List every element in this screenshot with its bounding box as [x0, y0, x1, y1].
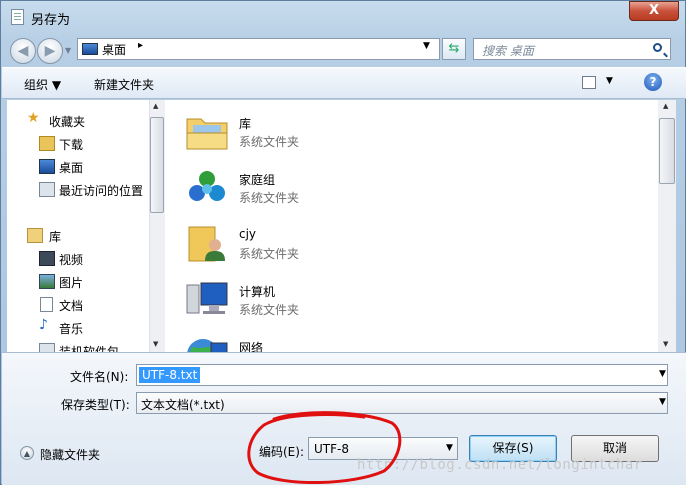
nav-item-libraries[interactable]: 库: [7, 224, 147, 246]
forward-button[interactable]: ▶: [37, 38, 63, 64]
nav-item-label: 下载: [59, 138, 84, 152]
file-item-computer[interactable]: 计算机 系统文件夹: [185, 275, 485, 327]
music-note-icon: ♪: [39, 317, 48, 333]
nav-item-favorites[interactable]: ★ 收藏夹: [7, 109, 147, 131]
downloads-folder-icon: [39, 136, 55, 151]
scroll-down-icon[interactable]: ▼: [153, 340, 158, 348]
file-type: 系统文件夹: [239, 135, 300, 149]
nav-item-label: 桌面: [59, 161, 84, 175]
file-item-homegroup[interactable]: 家庭组 系统文件夹: [185, 163, 485, 215]
search-input[interactable]: 搜索 桌面: [473, 38, 671, 60]
nav-item-label: 库: [49, 230, 62, 244]
network-icon: [187, 339, 228, 352]
filetype-label: 保存类型(T):: [61, 398, 130, 412]
nav-item-label: 文档: [59, 299, 84, 313]
search-placeholder: 搜索 桌面: [482, 44, 534, 58]
search-icon[interactable]: [653, 43, 662, 52]
file-name: 库: [239, 117, 252, 131]
address-dropdown-icon[interactable]: ▼: [423, 41, 430, 51]
scroll-down-icon[interactable]: ▼: [663, 340, 668, 348]
filename-dropdown-icon[interactable]: ▼: [659, 369, 666, 379]
close-button[interactable]: X: [629, 1, 679, 21]
back-button[interactable]: ◀: [10, 38, 36, 64]
navigation-pane: ★ 收藏夹 下载 桌面 最近访问的位置 库 视频 图片 文档 ♪ 音乐 装机软件…: [7, 100, 165, 352]
nav-item-label: 收藏夹: [49, 115, 86, 129]
file-item-user-cjy[interactable]: cjy 系统文件夹: [185, 219, 485, 271]
nav-item-software-packages[interactable]: 装机软件包: [7, 339, 147, 352]
nav-item-videos[interactable]: 视频: [7, 247, 147, 269]
title-bar: 另存为 X: [1, 1, 686, 35]
nav-item-label: 视频: [59, 253, 84, 267]
nav-item-recent-places[interactable]: 最近访问的位置: [7, 178, 147, 200]
file-item-network[interactable]: 网络: [185, 331, 485, 352]
breadcrumb-chevron-icon[interactable]: ▸: [138, 40, 143, 51]
star-icon: ★: [27, 110, 40, 126]
nav-item-label: 图片: [59, 276, 84, 290]
folder-icon: [39, 343, 55, 352]
address-location[interactable]: 桌面: [102, 41, 126, 58]
help-button[interactable]: ?: [644, 73, 662, 91]
filetype-value: 文本文档(*.txt): [141, 398, 225, 412]
file-type: 系统文件夹: [239, 191, 300, 205]
desktop-icon: [39, 159, 55, 174]
file-list-scroll-thumb[interactable]: [659, 118, 675, 184]
file-type: 系统文件夹: [239, 303, 300, 317]
view-dropdown-icon[interactable]: ▼: [606, 76, 613, 86]
scroll-up-icon[interactable]: ▲: [153, 102, 158, 110]
red-annotation-circle: [247, 411, 402, 484]
nav-item-label: 最近访问的位置: [59, 184, 144, 198]
recent-pages-dropdown[interactable]: ▼: [65, 41, 75, 61]
filename-input[interactable]: UTF-8.txt ▼: [136, 364, 668, 386]
nav-item-pictures[interactable]: 图片: [7, 270, 147, 292]
nav-item-downloads[interactable]: 下载: [7, 132, 147, 154]
file-item-libraries[interactable]: 库 系统文件夹: [185, 107, 485, 159]
organize-button[interactable]: 组织 ▼: [24, 76, 61, 93]
address-bar[interactable]: 桌面 ▸ ▼: [77, 38, 440, 60]
nav-item-label: 音乐: [59, 322, 84, 336]
window-title: 另存为: [31, 13, 71, 28]
document-icon: [40, 297, 53, 312]
nav-item-desktop[interactable]: 桌面: [7, 155, 147, 177]
new-folder-button[interactable]: 新建文件夹: [94, 76, 154, 93]
refresh-button[interactable]: ⇆: [442, 38, 466, 60]
nav-item-documents[interactable]: 文档: [7, 293, 147, 315]
library-icon: [27, 228, 43, 243]
scroll-up-icon[interactable]: ▲: [663, 102, 668, 110]
file-name: 计算机: [239, 285, 276, 299]
nav-scroll-thumb[interactable]: [150, 117, 164, 213]
recent-places-icon: [39, 182, 55, 197]
file-name: 家庭组: [239, 173, 276, 187]
library-folder-icon: [186, 118, 228, 150]
notepad-icon: [11, 9, 24, 25]
pictures-icon: [39, 274, 55, 289]
file-name: cjy: [239, 227, 257, 241]
view-options-icon[interactable]: [582, 76, 596, 89]
computer-icon: [186, 282, 228, 314]
user-folder-icon: [188, 226, 225, 262]
file-type: 系统文件夹: [239, 247, 300, 261]
file-list: 库 系统文件夹 家庭组 系统文件夹 cjy 系统文件夹 计算机 系统文件夹 网络: [165, 100, 662, 352]
chevron-up-icon[interactable]: ▲: [20, 446, 34, 460]
save-as-dialog: 另存为 X ◀ ▶ ▼ 桌面 ▸ ▼ ⇆ 搜索 桌面 组织 ▼ 新建文件夹 ▼ …: [0, 0, 686, 485]
command-toolbar: 组织 ▼ 新建文件夹 ▼ ?: [2, 67, 686, 99]
nav-item-music[interactable]: ♪ 音乐: [7, 316, 147, 338]
homegroup-icon: [189, 171, 225, 201]
filetype-dropdown-icon[interactable]: ▼: [659, 397, 666, 407]
video-icon: [39, 251, 55, 266]
encoding-dropdown-icon[interactable]: ▼: [446, 443, 453, 453]
nav-item-label: 装机软件包: [59, 345, 120, 352]
filename-value[interactable]: UTF-8.txt: [139, 367, 201, 383]
file-name: 网络: [239, 341, 264, 352]
filename-label: 文件名(N):: [70, 370, 129, 384]
desktop-icon: [82, 43, 98, 55]
hide-folders-label[interactable]: 隐藏文件夹: [40, 446, 100, 463]
